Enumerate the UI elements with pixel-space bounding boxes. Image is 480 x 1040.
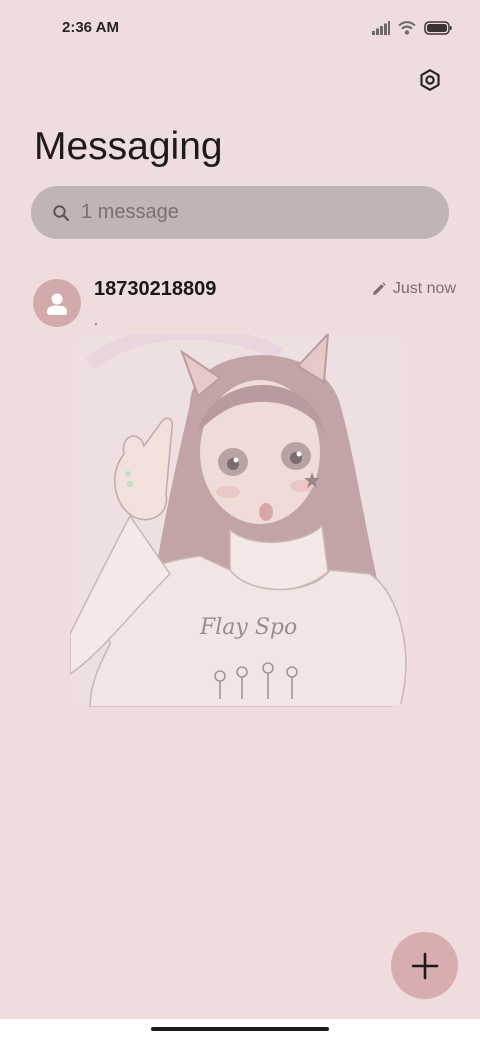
message-image[interactable]: Flay Spo — [70, 334, 410, 707]
wifi-icon — [398, 21, 416, 35]
search-placeholder: 1 message — [81, 201, 179, 223]
new-message-button[interactable] — [391, 932, 458, 999]
messaging-screen: 2:36 AM Messaging 1 message 18730218809 … — [0, 0, 480, 1040]
contact-avatar — [33, 279, 81, 327]
timestamp: Just now — [392, 280, 456, 297]
gear-icon — [420, 69, 440, 91]
plus-icon — [411, 952, 438, 979]
timestamp-group: Just now — [372, 280, 456, 298]
message-snippet: . — [94, 312, 98, 328]
pencil-icon — [372, 282, 386, 295]
settings-button[interactable] — [414, 64, 446, 96]
contact-name: 18730218809 — [94, 278, 217, 300]
search-bar[interactable]: 1 message — [31, 186, 449, 239]
status-icons — [372, 16, 452, 40]
person-icon — [47, 293, 67, 315]
signal-icon — [372, 21, 390, 35]
page-title: Messaging — [34, 125, 223, 168]
conversation-item[interactable]: 18730218809 Just now . Flay Spo — [0, 268, 480, 718]
search-icon — [51, 203, 71, 223]
home-indicator[interactable] — [151, 1027, 329, 1031]
navigation-bar — [0, 1019, 480, 1040]
svg-text:Flay Spo: Flay Spo — [199, 615, 297, 640]
status-time: 2:36 AM — [62, 19, 119, 36]
battery-icon — [424, 21, 452, 35]
